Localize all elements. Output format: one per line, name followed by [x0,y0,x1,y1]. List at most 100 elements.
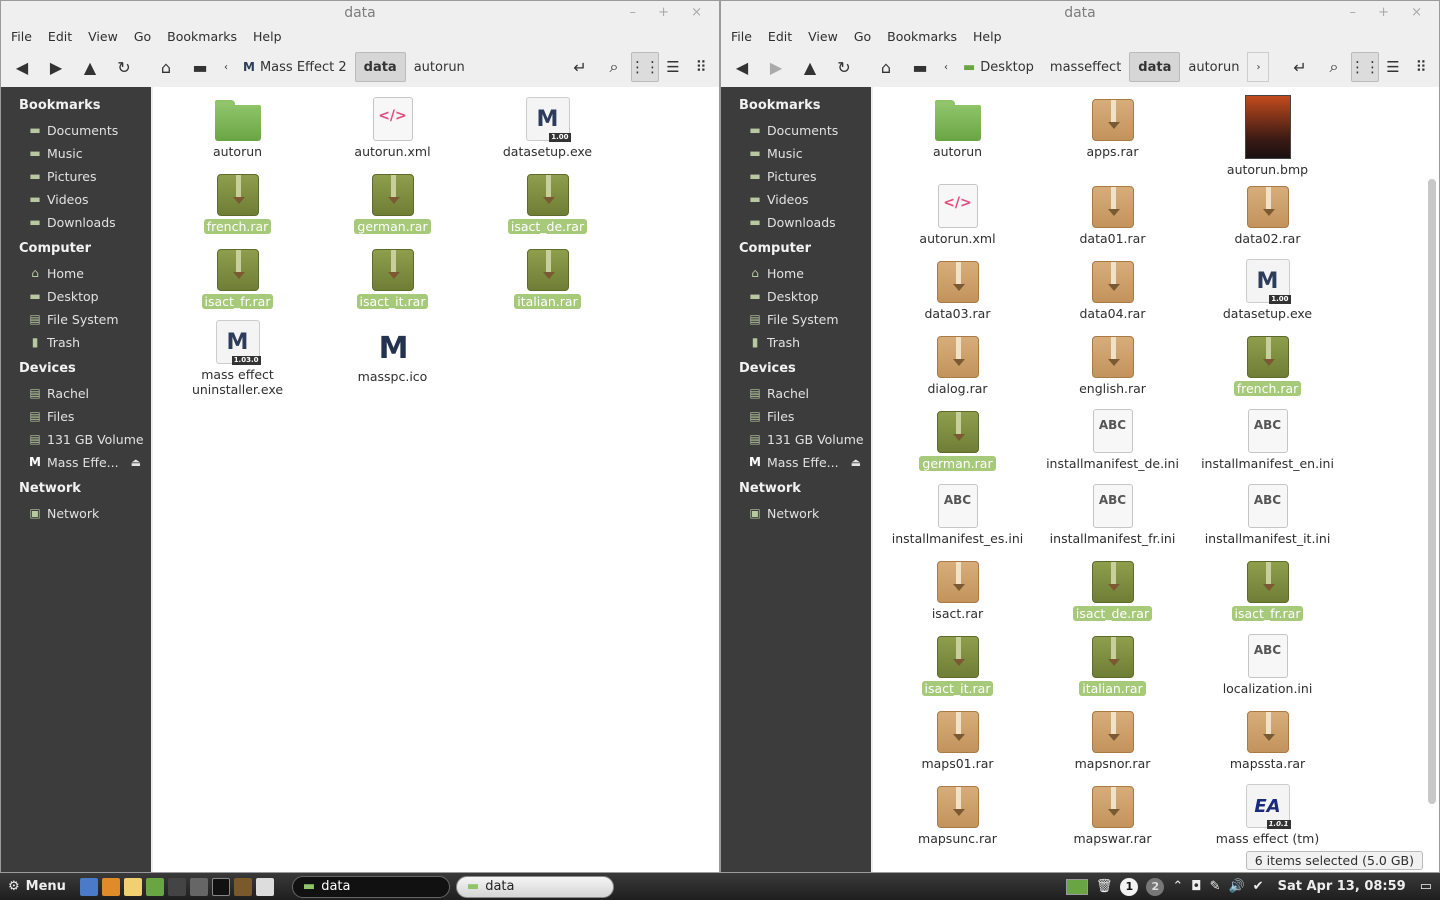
file-item[interactable]: mapsnor.rar [1035,707,1190,782]
file-item[interactable]: EA 1.0.1 mass effect (tm) [1190,782,1345,857]
sidebar-item-desktop[interactable]: ▬ Desktop [1,285,151,308]
computer-icon[interactable]: ▬ [183,52,217,82]
file-item[interactable]: M 1.00 datasetup.exe [1190,257,1345,332]
sidebar-item-mass-effe-[interactable]: M Mass Effe... ⏏ [1,451,151,474]
sidebar-item-rachel[interactable]: ▤ Rachel [721,382,871,405]
crumb-desktop[interactable]: ▬ Desktop [955,52,1042,82]
up-icon[interactable]: ▲ [73,52,107,82]
notification-icon[interactable]: ▭ [1420,879,1432,894]
file-item[interactable]: autorun [880,95,1035,182]
up-icon[interactable]: ▲ [793,52,827,82]
back-icon[interactable]: ◀ [5,52,39,82]
file-item[interactable]: data03.rar [880,257,1035,332]
sidebar-item-files[interactable]: ▤ Files [721,405,871,428]
file-item[interactable]: german.rar [315,170,470,245]
photo-icon[interactable] [255,877,274,896]
crumb-left-arrow-icon[interactable]: ‹ [937,52,955,82]
crumb-right-arrow-icon[interactable]: › [1247,52,1270,82]
sidebar-item-131-gb-volume[interactable]: ▤ 131 GB Volume [1,428,151,451]
window-controls[interactable]: – + × [629,1,711,25]
file-item[interactable]: data04.rar [1035,257,1190,332]
file-view[interactable]: autorun apps.rar autorun.bmp </> autorun.xml… [873,87,1439,872]
list-view-icon[interactable]: ☰ [659,52,687,82]
sidebar-item-131-gb-volume[interactable]: ▤ 131 GB Volume [721,428,871,451]
sidebar-item-files[interactable]: ▤ Files [1,405,151,428]
sidebar-item-pictures[interactable]: ▬ Pictures [1,165,151,188]
file-item[interactable]: M 1.03.0 mass effect uninstaller.exe [160,320,315,397]
menu-go[interactable]: Go [848,29,877,44]
clock[interactable]: Sat Apr 13, 08:59 [1278,879,1406,894]
file-item[interactable]: isact.rar [880,557,1035,632]
home-icon[interactable]: ⌂ [869,52,903,82]
file-item[interactable]: italian.rar [1035,632,1190,707]
monitor-icon[interactable] [233,877,252,896]
sidebar-item-documents[interactable]: ▬ Documents [1,119,151,142]
file-item[interactable]: mapswar.rar [1035,782,1190,857]
menu-edit[interactable]: Edit [42,29,78,44]
eject-icon[interactable]: ⏏ [131,451,141,474]
menu-help[interactable]: Help [247,29,288,44]
file-item[interactable]: dialog.rar [880,332,1035,407]
compact-view-icon[interactable]: ⠿ [1407,52,1435,82]
file-item[interactable]: mapsunc.rar [880,782,1035,857]
sidebar-item-music[interactable]: ▬ Music [1,142,151,165]
menu-view[interactable]: View [82,29,124,44]
file-item[interactable]: ABC installmanifest_fr.ini [1035,482,1190,557]
file-item[interactable]: ABC installmanifest_en.ini [1190,407,1345,482]
compact-view-icon[interactable]: ⠿ [687,52,715,82]
list-view-icon[interactable]: ☰ [1379,52,1407,82]
sidebar-item-downloads[interactable]: ▬ Downloads [1,211,151,234]
menu-file[interactable]: File [5,29,38,44]
sidebar-item-music[interactable]: ▬ Music [721,142,871,165]
sidebar-item-downloads[interactable]: ▬ Downloads [721,211,871,234]
file-item[interactable]: </> autorun.xml [880,182,1035,257]
file-item[interactable]: ABC installmanifest_de.ini [1035,407,1190,482]
crumb-masseffect[interactable]: masseffect [1042,52,1129,82]
workspace-1[interactable]: 1 [1120,877,1139,896]
menu-help[interactable]: Help [967,29,1008,44]
sidebar-item-mass-effe-[interactable]: M Mass Effe... ⏏ [721,451,871,474]
file-item[interactable]: ABC localization.ini [1190,632,1345,707]
file-item[interactable]: </> autorun.xml [315,95,470,170]
file-item[interactable]: isact_de.rar [470,170,625,245]
file-item[interactable]: data01.rar [1035,182,1190,257]
file-item[interactable]: M 1.00 datasetup.exe [470,95,625,170]
sidebar-item-documents[interactable]: ▬ Documents [721,119,871,142]
file-item[interactable]: ABC installmanifest_es.ini [880,482,1035,557]
forward-icon[interactable]: ▶ [39,52,73,82]
pen-icon[interactable]: ✎ [1210,879,1221,894]
back-icon[interactable]: ◀ [725,52,759,82]
menu-edit[interactable]: Edit [762,29,798,44]
crumb-left-arrow-icon[interactable]: ‹ [217,52,235,82]
app-icon[interactable] [167,877,186,896]
sidebar-item-desktop[interactable]: ▬ Desktop [721,285,871,308]
toggle-location-icon[interactable]: ↵ [563,52,597,82]
menu-file[interactable]: File [725,29,758,44]
sidebar-item-trash[interactable]: ▮ Trash [721,331,871,354]
file-item[interactable]: data02.rar [1190,182,1345,257]
workspace-2[interactable]: 2 [1146,877,1165,896]
files-icon[interactable] [145,877,164,896]
crumb-autorun[interactable]: autorun [406,52,473,82]
sidebar-item-home[interactable]: ⌂ Home [721,262,871,285]
home-icon[interactable]: ⌂ [149,52,183,82]
toggle-location-icon[interactable]: ↵ [1283,52,1317,82]
file-item[interactable]: Mmasspc.ico [315,320,470,395]
shield-icon[interactable]: ✔ [1253,879,1264,894]
file-item[interactable]: isact_fr.rar [1190,557,1345,632]
text-editor-icon[interactable] [123,877,142,896]
volume-icon[interactable]: 🔊 [1228,879,1244,894]
file-item[interactable]: italian.rar [470,245,625,320]
menu-go[interactable]: Go [128,29,157,44]
sidebar-item-network[interactable]: ▣ Network [721,502,871,525]
sidebar-item-home[interactable]: ⌂ Home [1,262,151,285]
window-titlebar[interactable]: data – + × [721,1,1439,25]
computer-icon[interactable]: ▬ [903,52,937,82]
search-icon[interactable]: ⌕ [1317,52,1351,82]
window-controls[interactable]: – + × [1349,1,1431,25]
sidebar-item-network[interactable]: ▣ Network [1,502,151,525]
taskbar-window-2[interactable]: ▬ data [455,875,614,898]
sidebar-item-rachel[interactable]: ▤ Rachel [1,382,151,405]
sidebar-item-trash[interactable]: ▮ Trash [1,331,151,354]
menu-bookmarks[interactable]: Bookmarks [881,29,963,44]
